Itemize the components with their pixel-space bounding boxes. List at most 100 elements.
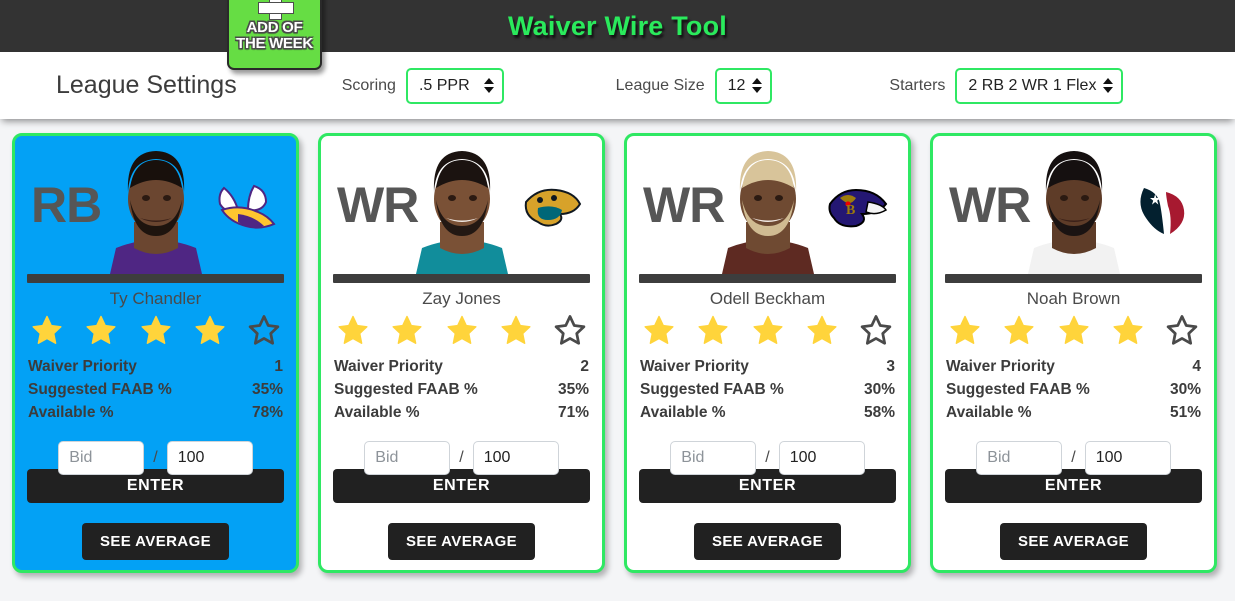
- league-size-label: League Size: [615, 76, 705, 94]
- star-filled-icon: [392, 315, 422, 344]
- stat-label: Suggested FAAB %: [334, 381, 478, 398]
- player-rating-stars: [27, 314, 284, 355]
- scoring-label: Scoring: [341, 76, 396, 94]
- starters-label: Starters: [889, 76, 946, 94]
- vikings-logo: [218, 184, 276, 229]
- see-average-button[interactable]: SEE AVERAGE: [387, 523, 536, 560]
- stat-waiver-priority: Waiver Priority 3: [639, 355, 896, 378]
- add-of-the-week-label: ADD OF THE WEEK: [236, 20, 313, 52]
- plus-icon: [257, 0, 294, 20]
- stat-suggested-faab: Suggested FAAB % 35%: [333, 378, 590, 401]
- bid-input[interactable]: [58, 441, 145, 475]
- see-average-button[interactable]: SEE AVERAGE: [693, 523, 842, 560]
- jaguars-logo: [524, 188, 582, 227]
- star-filled-icon: [446, 315, 477, 344]
- stat-suggested-faab: Suggested FAAB % 30%: [639, 378, 896, 401]
- settings-heading: League Settings: [56, 71, 237, 99]
- star-empty-icon: [860, 315, 892, 345]
- scoring-select[interactable]: .5 PPR: [405, 67, 504, 104]
- slash-separator: /: [1071, 449, 1076, 466]
- name-divider: [639, 274, 896, 283]
- stat-label: Available %: [334, 404, 420, 421]
- see-average-wrap: SEE AVERAGE: [333, 523, 590, 560]
- player-cards-row: RB Ty Chandler Waiver Priority 1 Suggested F…: [0, 119, 1235, 573]
- bid-input[interactable]: [976, 441, 1063, 475]
- star-filled-icon: [195, 315, 225, 344]
- player-photo-area: RB: [15, 136, 296, 274]
- stat-suggested-faab: Suggested FAAB % 30%: [945, 378, 1202, 401]
- setting-starters: Starters 2 RB 2 WR 1 Flex: [889, 67, 1124, 104]
- stat-label: Waiver Priority: [334, 358, 443, 375]
- player-photo-area: WR: [933, 136, 1214, 274]
- starters-value: 2 RB 2 WR 1 Flex: [968, 76, 1097, 94]
- stat-value: 30%: [1169, 381, 1201, 398]
- player-name: Odell Beckham: [709, 289, 826, 308]
- stat-available: Available % 51%: [945, 401, 1202, 424]
- stat-value: 78%: [251, 404, 283, 421]
- bid-row: /: [333, 441, 590, 475]
- stat-value: 35%: [251, 381, 283, 398]
- bid-input[interactable]: [364, 441, 451, 475]
- stat-value: 58%: [863, 404, 895, 421]
- star-filled-icon: [1004, 315, 1034, 344]
- budget-input[interactable]: [472, 441, 559, 475]
- page-title: Waiver Wire Tool: [508, 10, 727, 41]
- chevron-updown-icon: [1103, 78, 1114, 93]
- stat-available: Available % 71%: [333, 401, 590, 424]
- see-average-wrap: SEE AVERAGE: [945, 523, 1202, 560]
- slash-separator: /: [153, 449, 158, 466]
- svg-text:B: B: [846, 203, 855, 218]
- star-empty-icon: [1166, 315, 1198, 345]
- stat-label: Suggested FAAB %: [640, 381, 784, 398]
- see-average-button[interactable]: SEE AVERAGE: [81, 523, 230, 560]
- see-average-button[interactable]: SEE AVERAGE: [999, 523, 1148, 560]
- chevron-updown-icon: [752, 78, 763, 93]
- star-filled-icon: [698, 315, 728, 344]
- league-size-select[interactable]: 12: [714, 67, 773, 104]
- bid-input[interactable]: [670, 441, 757, 475]
- badge-line-1: ADD OF: [246, 19, 303, 36]
- player-rating-stars: [333, 314, 590, 355]
- stat-waiver-priority: Waiver Priority 1: [27, 355, 284, 378]
- stat-value: 51%: [1169, 404, 1201, 421]
- stat-label: Waiver Priority: [28, 358, 137, 375]
- star-filled-icon: [1058, 315, 1089, 344]
- budget-input[interactable]: [1084, 441, 1171, 475]
- slash-separator: /: [459, 449, 464, 466]
- star-filled-icon: [32, 315, 62, 344]
- texans-logo: [1140, 188, 1185, 234]
- ravens-logo: B: [828, 188, 888, 228]
- stat-value: 2: [580, 358, 589, 375]
- player-rating-stars: [945, 314, 1202, 355]
- star-empty-icon: [248, 315, 280, 345]
- setting-league-size: League Size 12: [615, 67, 773, 104]
- budget-input[interactable]: [778, 441, 865, 475]
- setting-scoring: Scoring .5 PPR: [341, 67, 504, 104]
- stat-waiver-priority: Waiver Priority 4: [945, 355, 1202, 378]
- scoring-value: .5 PPR: [418, 76, 470, 94]
- stat-label: Suggested FAAB %: [946, 381, 1090, 398]
- badge-line-2: THE WEEK: [236, 35, 313, 52]
- star-filled-icon: [140, 315, 171, 344]
- star-filled-icon: [1113, 315, 1143, 344]
- player-photo-area: WR B: [627, 136, 908, 274]
- player-name: Ty Chandler: [109, 289, 202, 308]
- see-average-wrap: SEE AVERAGE: [27, 523, 284, 560]
- stat-value: 30%: [863, 381, 895, 398]
- league-size-value: 12: [727, 76, 746, 94]
- stat-value: 71%: [557, 404, 589, 421]
- star-empty-icon: [554, 315, 586, 345]
- stat-value: 35%: [557, 381, 589, 398]
- star-filled-icon: [338, 315, 368, 344]
- stat-value: 4: [1192, 358, 1201, 375]
- stat-label: Waiver Priority: [640, 358, 749, 375]
- star-filled-icon: [501, 315, 531, 344]
- starters-select[interactable]: 2 RB 2 WR 1 Flex: [955, 67, 1124, 104]
- stat-value: 1: [274, 358, 283, 375]
- stat-suggested-faab: Suggested FAAB % 35%: [27, 378, 284, 401]
- bid-row: /: [27, 441, 284, 475]
- add-of-the-week-badge[interactable]: ADD OF THE WEEK: [227, 0, 322, 70]
- star-filled-icon: [950, 315, 980, 344]
- budget-input[interactable]: [166, 441, 253, 475]
- stat-label: Available %: [640, 404, 726, 421]
